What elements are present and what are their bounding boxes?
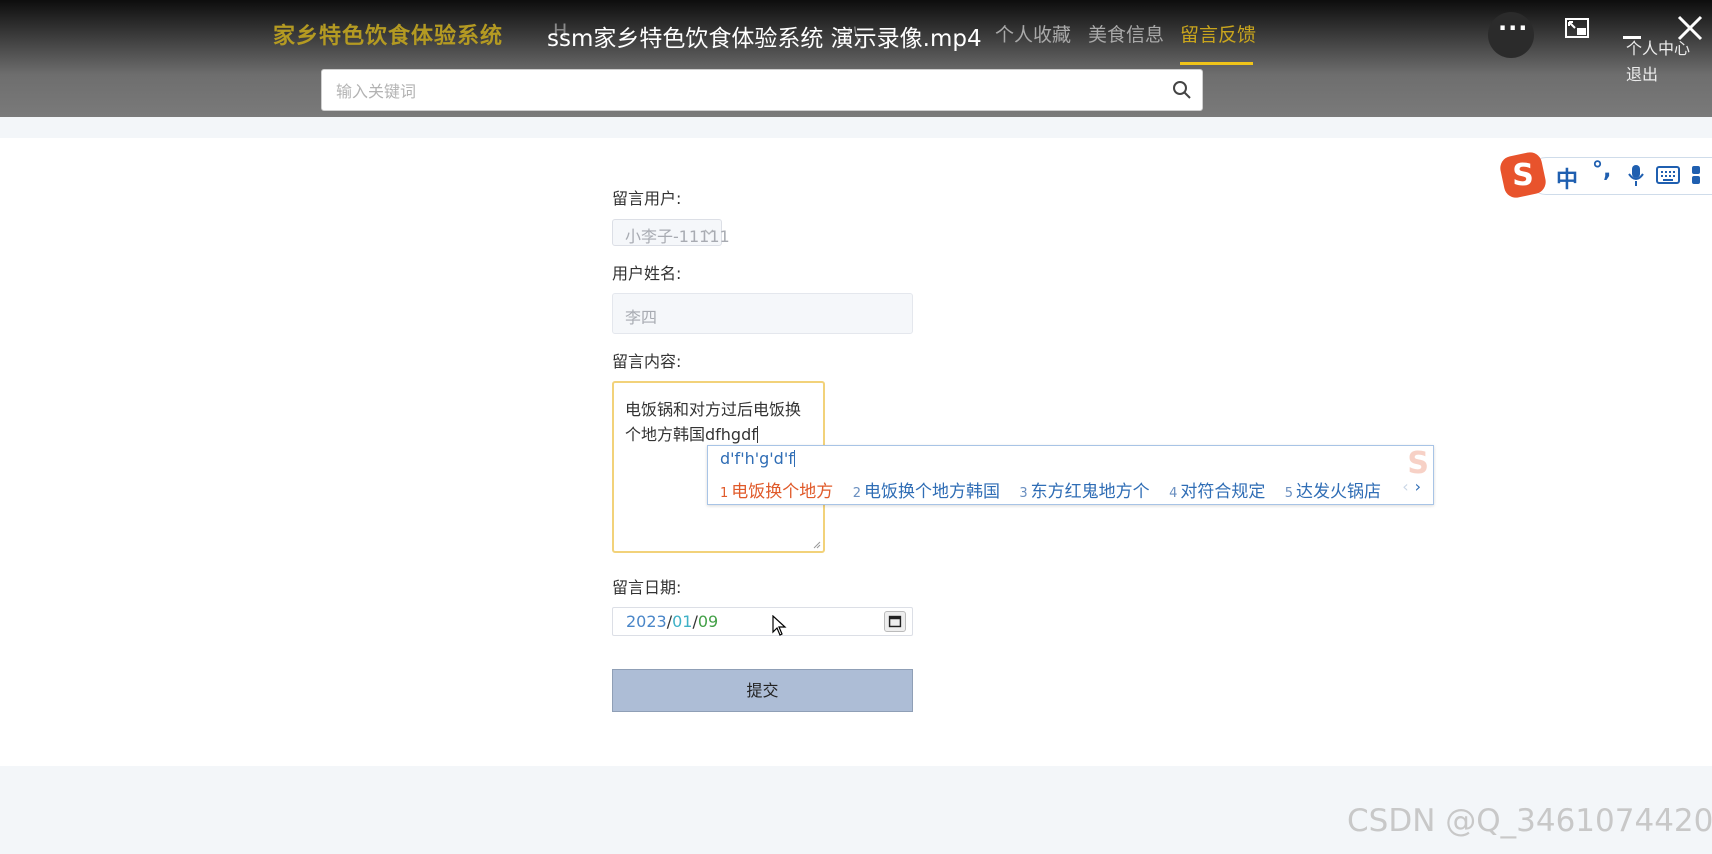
nav-active-underline [1180,62,1253,65]
mouse-cursor-icon [772,615,787,636]
microphone-icon[interactable] [1628,164,1644,188]
ime-prev-page-icon[interactable]: ‹ [1402,477,1408,496]
date-label: 留言日期: [612,578,682,597]
date-year[interactable]: 2023 [626,612,667,631]
ime-candidate[interactable]: 5 达发火锅店 [1285,482,1381,502]
ime-candidate[interactable]: 3 东方红鬼地方个 [1019,482,1149,502]
name-field-value: 李四 [625,308,658,327]
nav-food-info[interactable]: 美食信息 [1088,20,1164,47]
ime-candidate[interactable]: 4 对符合规定 [1169,482,1265,502]
sogou-logo-icon[interactable]: S [1500,152,1546,198]
name-field[interactable]: 李四 [612,293,913,334]
user-label: 留言用户: [612,189,682,208]
resize-handle-icon[interactable] [813,541,821,549]
logout-link[interactable]: 退出 [1626,61,1658,85]
ime-logo-watermark-icon: S [1407,446,1429,481]
more-icon: ··· [1498,14,1529,42]
ime-pinyin: d'f'h'g'd'f [720,449,795,468]
svg-text:S: S [1512,158,1534,193]
keyboard-icon[interactable] [1656,165,1680,185]
content-label: 留言内容: [612,352,682,371]
chevron-down-icon [704,229,714,235]
site-brand[interactable]: 家乡特色饮食体验系统 [273,18,503,50]
top-header: 家乡特色饮食体验系统 H 八 ssm家乡特色饮食体验系统 演示录像.mp4 个人… [0,0,1712,117]
search-bar [321,69,1203,111]
ime-page-arrows: ‹ › [1402,477,1421,496]
text-caret [756,426,758,443]
search-icon[interactable] [1172,80,1192,100]
ime-candidate[interactable]: 2 电饭换个地方韩国 [853,482,1000,502]
csdn-watermark: CSDN @Q_3461074420 [1347,803,1712,839]
nav-favorites[interactable]: 个人收藏 [995,20,1071,47]
ime-candidate[interactable]: 1 电饭换个地方 [720,482,833,502]
ime-candidate-list: 1 电饭换个地方 2 电饭换个地方韩国 3 东方红鬼地方个 4 对符合规定 5 达发火锅店 [720,477,1395,502]
ime-punctuation-toggle[interactable]: °, [1592,158,1611,183]
calendar-icon[interactable] [884,611,906,632]
date-field[interactable]: 2023/01/09 [612,607,913,636]
ime-language-toggle[interactable]: 中 [1556,162,1578,194]
content-text: 电饭锅和对方过后电饭换个地方韩国dfhgdf [625,400,802,444]
date-month[interactable]: 01 [672,612,692,631]
user-center-link[interactable]: 个人中心 [1626,35,1690,59]
video-title: ssm家乡特色饮食体验系统 演示录像.mp4 [547,26,982,52]
toolbox-icon[interactable] [1690,164,1702,186]
more-button[interactable]: ··· [1488,12,1534,58]
nav-feedback[interactable]: 留言反馈 [1180,20,1256,47]
name-label: 用户姓名: [612,264,682,283]
picture-in-picture-icon[interactable] [1565,18,1589,40]
ime-candidate-popup: S d'f'h'g'd'f 1 电饭换个地方 2 电饭换个地方韩国 3 东方红鬼地方个… [707,445,1434,505]
submit-button[interactable]: 提交 [612,669,913,712]
ime-next-page-icon[interactable]: › [1415,477,1421,496]
date-day[interactable]: 09 [698,612,718,631]
user-select[interactable]: 小李子-11111 [612,219,730,246]
search-input[interactable] [334,78,1158,104]
ime-toolbar: S 中 °, [1500,152,1712,198]
